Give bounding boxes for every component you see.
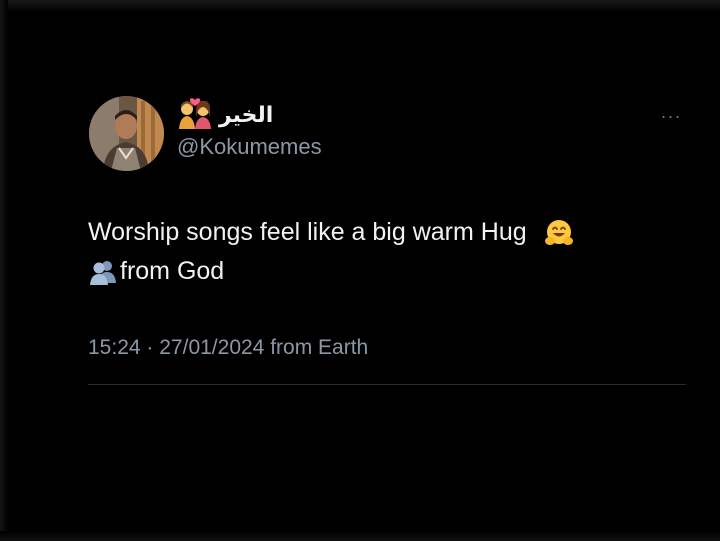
more-options-button[interactable]: ··· xyxy=(650,102,692,130)
tweet-source: from Earth xyxy=(270,336,369,359)
tweet-screenshot: الخير @Kokumemes ··· Worship songs feel … xyxy=(0,0,720,541)
meta-separator: · xyxy=(146,336,154,359)
avatar[interactable] xyxy=(89,96,164,171)
tweet-text-line-2: from God xyxy=(120,257,225,285)
display-name: الخير xyxy=(219,102,274,128)
divider xyxy=(88,384,686,385)
couple-with-heart-icon xyxy=(177,97,213,134)
more-options-icon: ··· xyxy=(660,105,682,126)
avatar-photo xyxy=(89,96,164,171)
display-name-row[interactable]: الخير xyxy=(177,97,274,134)
top-edge-shadow xyxy=(0,0,720,12)
hugging-face-icon xyxy=(544,218,574,248)
left-edge-shadow xyxy=(0,0,8,541)
tweet-metadata: 15:24 · 27/01/2024 from Earth xyxy=(88,336,368,360)
user-handle[interactable]: @Kokumemes xyxy=(177,134,322,160)
tweet-time[interactable]: 15:24 xyxy=(88,336,141,359)
busts-in-silhouette-icon xyxy=(88,257,118,287)
bottom-edge-shadow xyxy=(0,531,720,541)
tweet-text-line-1: Worship songs feel like a big warm Hug xyxy=(88,218,527,246)
tweet-date[interactable]: 27/01/2024 xyxy=(159,336,264,359)
tweet-body: Worship songs feel like a big warm Hug f… xyxy=(88,213,678,291)
